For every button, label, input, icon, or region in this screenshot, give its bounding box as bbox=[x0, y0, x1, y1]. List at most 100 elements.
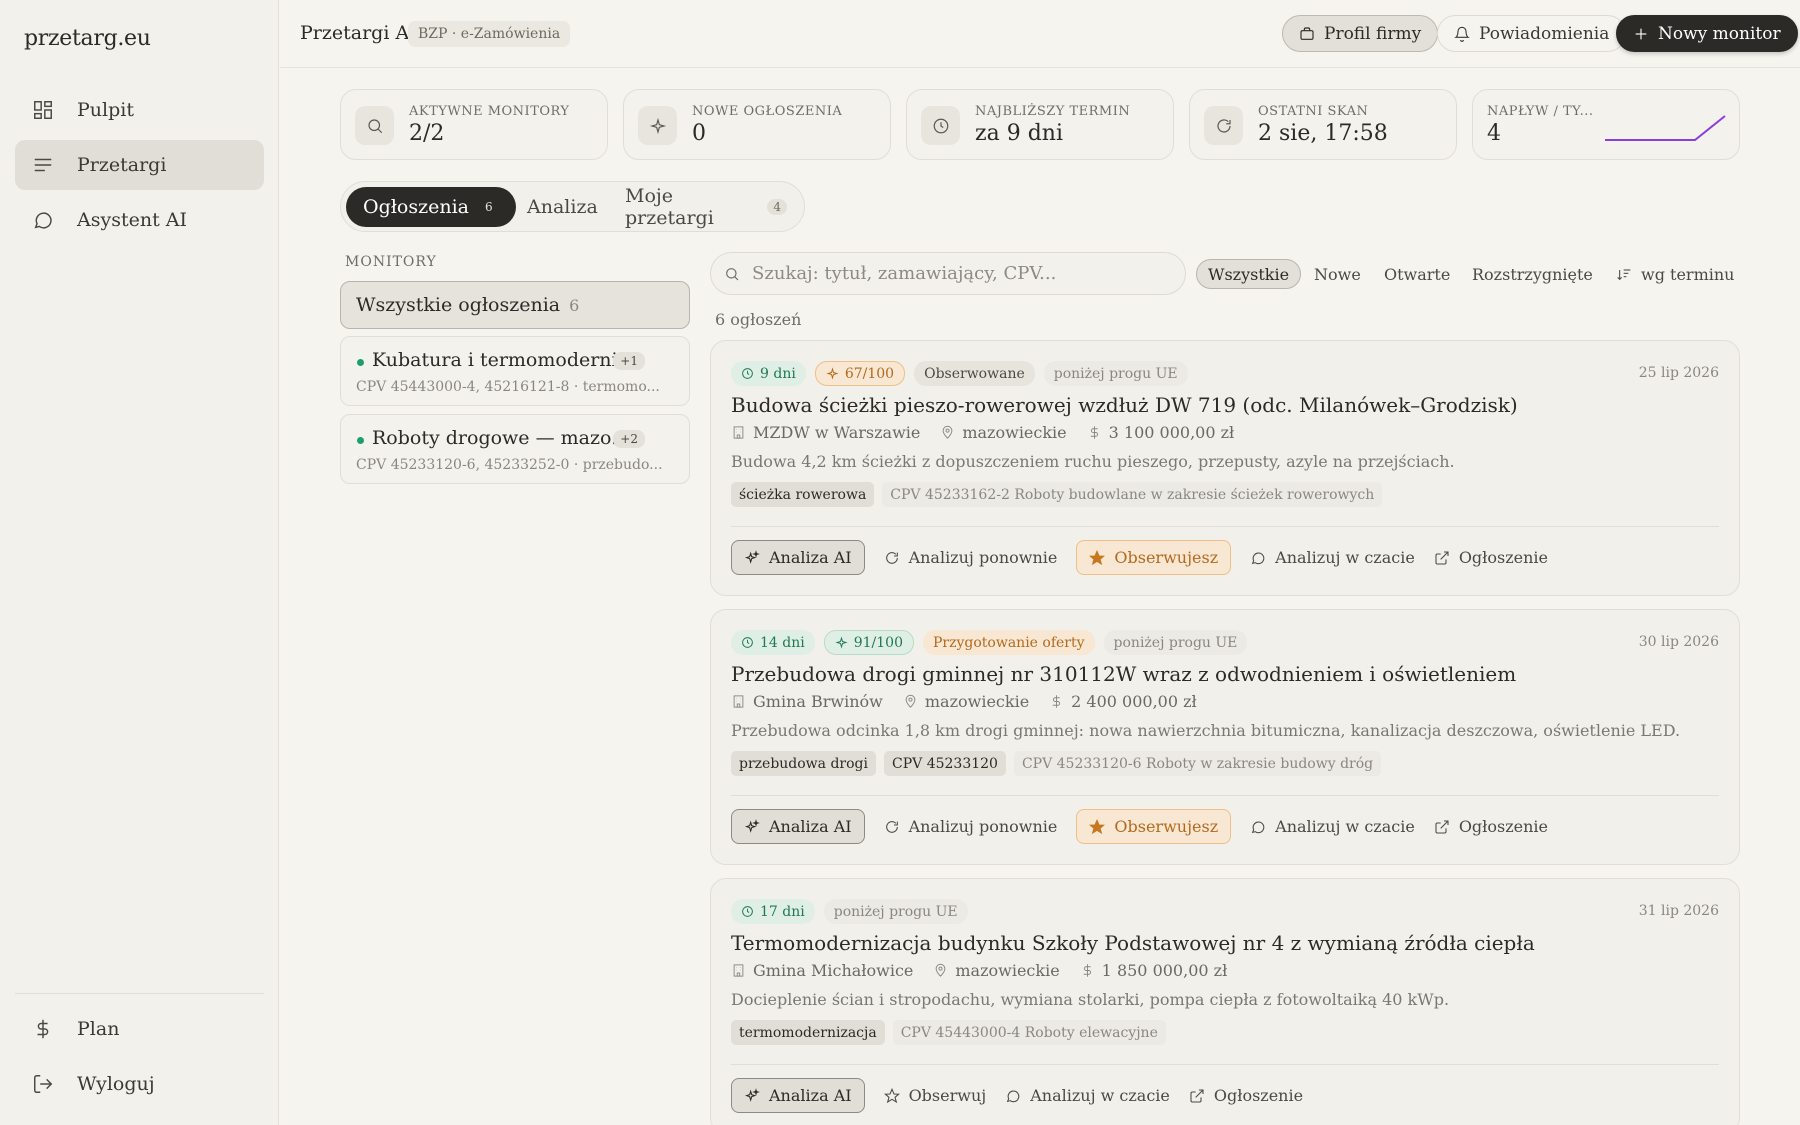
chat-icon bbox=[1251, 551, 1265, 564]
ai-score-badge: 67/100 bbox=[814, 361, 906, 386]
refresh-icon bbox=[885, 551, 898, 564]
threshold-badge: poniżej progu UE bbox=[823, 899, 968, 924]
chat-analysis-button[interactable]: Analizuj w czacie bbox=[1250, 540, 1415, 575]
new-monitor-button[interactable]: Nowy monitor bbox=[1616, 15, 1798, 52]
ai-score-text: 67/100 bbox=[844, 365, 895, 382]
inflow-sparkline bbox=[1605, 115, 1726, 141]
filter-rozstrzygniete[interactable]: Rozstrzygnięte bbox=[1461, 259, 1604, 289]
monitor-name: Kubatura i termomoderni... bbox=[372, 349, 636, 371]
deadline-badge: 9 dni bbox=[731, 361, 806, 386]
monitor-extra-badge: +1 bbox=[613, 352, 645, 370]
sparkle-icon bbox=[638, 106, 677, 145]
stat-value: 2/2 bbox=[409, 121, 445, 146]
sparkle-icon bbox=[835, 636, 848, 649]
tab-label: Moje przetargi bbox=[625, 185, 714, 229]
sidebar-item-pulpit[interactable]: Pulpit bbox=[15, 85, 264, 135]
ai-analysis-button[interactable]: Analiza AI bbox=[731, 809, 865, 844]
monitor-card[interactable]: Roboty drogowe — mazo... +2 CPV 45233120… bbox=[340, 414, 690, 484]
keyword-tag: termomodernizacja bbox=[731, 1020, 885, 1045]
tender-date: 31 lip 2026 bbox=[1638, 903, 1719, 919]
sidebar-item-wyloguj[interactable]: Wyloguj bbox=[15, 1059, 264, 1109]
tab-ogloszenia[interactable]: Ogłoszenia 6 bbox=[346, 187, 516, 227]
sort-icon bbox=[1617, 269, 1631, 281]
refresh-icon bbox=[885, 820, 898, 833]
deadline-text: 14 dni bbox=[760, 634, 805, 651]
tab-moje-przetargi[interactable]: Moje przetargi 4 bbox=[608, 185, 804, 229]
tab-label: Ogłoszenia bbox=[363, 196, 469, 218]
watch-button[interactable]: Obserwuj bbox=[883, 1078, 987, 1113]
buyer-text: Gmina Brwinów bbox=[753, 692, 883, 711]
sparkles-icon bbox=[744, 818, 760, 833]
sidebar: przetarg.eu Pulpit Przetargi Asystent AI… bbox=[0, 0, 279, 1125]
app-logo[interactable]: przetarg.eu bbox=[24, 26, 151, 51]
stat-label: Aktywne monitory bbox=[409, 104, 570, 119]
tab-analiza[interactable]: Analiza bbox=[510, 187, 615, 227]
stat-value: 0 bbox=[692, 121, 706, 146]
sidebar-divider bbox=[15, 993, 264, 994]
notifications-button[interactable]: Powiadomienia bbox=[1437, 15, 1627, 52]
clock-icon bbox=[742, 637, 753, 648]
tender-card[interactable]: 17 dni poniżej progu UE 31 lip 2026 Term… bbox=[710, 878, 1740, 1125]
notice-link[interactable]: Ogłoszenie bbox=[1434, 809, 1548, 844]
chat-analysis-button[interactable]: Analizuj w czacie bbox=[1005, 1078, 1170, 1113]
tender-date: 30 lip 2026 bbox=[1638, 634, 1719, 650]
watch-label: Obserwuj bbox=[908, 1086, 987, 1105]
buyer-text: Gmina Michałowice bbox=[753, 961, 914, 980]
monitor-all-notices[interactable]: Wszystkie ogłoszenia 6 bbox=[340, 281, 690, 329]
reanalyze-button[interactable]: Analizuj ponownie bbox=[884, 809, 1057, 844]
threshold-badge: poniżej progu UE bbox=[1103, 630, 1248, 655]
deadline-text: 17 dni bbox=[760, 903, 805, 920]
sidebar-item-label: Pulpit bbox=[77, 99, 134, 121]
map-pin-icon bbox=[942, 425, 953, 439]
tender-title[interactable]: Termomodernizacja budynku Szkoły Podstaw… bbox=[731, 931, 1535, 955]
buyer: Gmina Michałowice bbox=[731, 961, 913, 980]
watching-button[interactable]: Obserwujesz bbox=[1076, 540, 1232, 575]
company-profile-button[interactable]: Profil firmy bbox=[1282, 15, 1439, 52]
tender-description: Przebudowa odcinka 1,8 km drogi gminnej:… bbox=[731, 721, 1681, 740]
stat-label: Najbliższy termin bbox=[975, 104, 1131, 119]
deadline-text: 9 dni bbox=[760, 365, 796, 382]
ai-analysis-button[interactable]: Analiza AI bbox=[731, 540, 865, 575]
external-link-icon bbox=[1435, 819, 1449, 834]
sidebar-item-asystent-ai[interactable]: Asystent AI bbox=[15, 195, 264, 245]
notice-link[interactable]: Ogłoszenie bbox=[1434, 540, 1548, 575]
filter-nowe[interactable]: Nowe bbox=[1303, 259, 1372, 289]
monitor-name: Roboty drogowe — mazo... bbox=[372, 427, 630, 449]
stat-last-scan: Ostatni skan 2 sie, 17:58 bbox=[1189, 89, 1457, 160]
map-pin-icon bbox=[936, 963, 946, 977]
filter-wszystkie[interactable]: Wszystkie bbox=[1196, 259, 1302, 289]
watching-label: Obserwujesz bbox=[1114, 548, 1219, 567]
reanalyze-button[interactable]: Analizuj ponownie bbox=[884, 540, 1057, 575]
watching-button[interactable]: Obserwujesz bbox=[1076, 809, 1232, 844]
deadline-badge: 17 dni bbox=[731, 899, 815, 924]
buyer: MZDW w Warszawie bbox=[731, 423, 920, 442]
status-dot bbox=[357, 437, 364, 444]
filter-otwarte[interactable]: Otwarte bbox=[1373, 259, 1461, 289]
tab-label: Analiza bbox=[527, 196, 598, 218]
tender-card[interactable]: 14 dni 91/100 Przygotowanie oferty poniż… bbox=[710, 609, 1740, 865]
region-text: mazowieckie bbox=[962, 423, 1067, 442]
notice-label: Ogłoszenie bbox=[1458, 548, 1548, 567]
plus-icon bbox=[1635, 28, 1647, 39]
keyword-tag: przebudowa drogi bbox=[731, 751, 876, 776]
building-icon bbox=[733, 695, 744, 708]
chat-analysis-button[interactable]: Analizuj w czacie bbox=[1250, 809, 1415, 844]
monitor-card[interactable]: Kubatura i termomoderni... +1 CPV 454430… bbox=[340, 336, 690, 406]
value: 3 100 000,00 zł bbox=[1087, 423, 1234, 442]
sidebar-item-plan[interactable]: Plan bbox=[15, 1004, 264, 1054]
notice-link[interactable]: Ogłoszenie bbox=[1189, 1078, 1303, 1113]
tender-card[interactable]: 9 dni 67/100 Obserwowane poniżej progu U… bbox=[710, 340, 1740, 596]
tender-title[interactable]: Budowa ścieżki pieszo-rowerowej wzdłuż D… bbox=[731, 393, 1518, 417]
sidebar-item-przetargi[interactable]: Przetargi bbox=[15, 140, 264, 190]
sort-button[interactable]: wg terminu bbox=[1606, 259, 1745, 289]
tender-title[interactable]: Przebudowa drogi gminnej nr 310112W wraz… bbox=[731, 662, 1516, 686]
ai-analysis-button[interactable]: Analiza AI bbox=[731, 1078, 865, 1113]
keyword-tag: CPV 45233120 bbox=[884, 751, 1006, 776]
results-count: 6 ogłoszeń bbox=[715, 310, 802, 329]
search-input[interactable] bbox=[752, 263, 1172, 284]
dollar-icon bbox=[1083, 964, 1091, 977]
star-icon bbox=[1089, 549, 1106, 565]
stat-label: Ostatni skan bbox=[1258, 104, 1369, 119]
status-dot bbox=[357, 359, 364, 366]
value: 2 400 000,00 zł bbox=[1049, 692, 1197, 711]
